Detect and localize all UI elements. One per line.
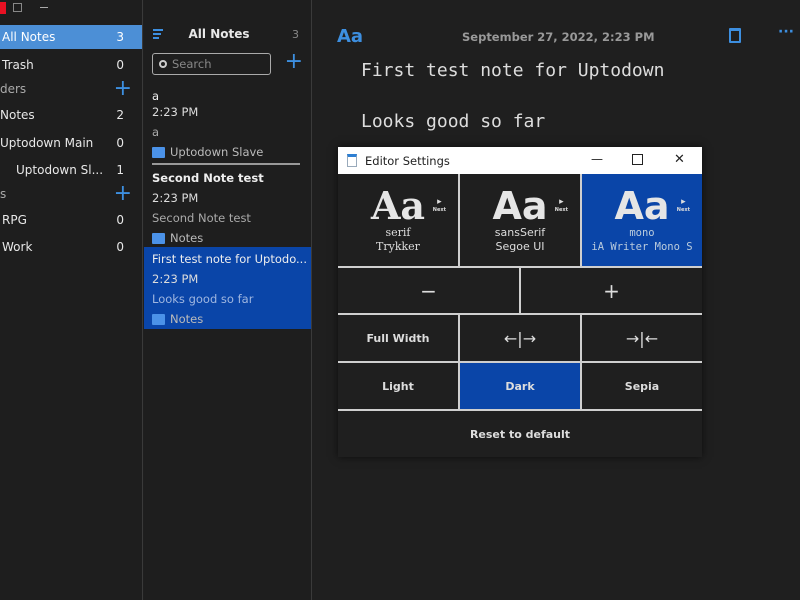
folder-icon (152, 232, 165, 244)
count: 2 (116, 108, 124, 122)
count: 0 (116, 213, 124, 227)
editor-line[interactable]: Looks good so far (361, 111, 545, 132)
dialog-close-button[interactable]: ✕ (674, 152, 685, 167)
search-input[interactable]: Search (152, 53, 271, 75)
list-count: 3 (292, 28, 299, 41)
search-icon (159, 60, 167, 68)
font-option-sans[interactable]: Aa sansSerif Segoe UI ▸ Next (460, 174, 580, 266)
app-icon (347, 154, 357, 167)
count: 0 (116, 240, 124, 254)
count: 0 (116, 58, 124, 72)
label: Work (2, 240, 33, 254)
widen-button[interactable]: ←|→ (460, 315, 580, 361)
add-folder-button[interactable]: + (114, 78, 132, 100)
more-options-button[interactable]: ··· (778, 24, 794, 40)
next-font-button[interactable]: ▸ Next (433, 198, 446, 214)
label: s (0, 187, 7, 201)
note-preview: a (152, 125, 160, 139)
sidebar-item-all-notes[interactable]: All Notes 3 (0, 25, 142, 49)
folder-icon (152, 146, 165, 158)
font-family-label: iA Writer Mono S (591, 241, 693, 253)
note-folder: Notes (170, 231, 204, 245)
font-sample: Aa (492, 184, 548, 228)
label: Trash (2, 58, 34, 72)
dialog-title: Editor Settings (365, 153, 450, 168)
sidebar-item-uptodown-slave[interactable]: Uptodown Sl... 1 (0, 158, 142, 182)
count: 0 (116, 136, 124, 150)
next-label: Next (554, 207, 568, 213)
sidebar-item-trash[interactable]: Trash 0 (0, 53, 142, 77)
font-option-mono[interactable]: Aa mono iA Writer Mono S ▸ Next (582, 174, 702, 266)
note-item[interactable]: a 2:23 PM a Uptodown Slave (144, 86, 311, 162)
font-name: serif (385, 226, 411, 239)
label: Uptodown Main (0, 136, 94, 150)
count: 1 (116, 163, 124, 177)
next-font-button[interactable]: ▸ Next (677, 198, 690, 214)
sidebar-item-notes[interactable]: Notes 2 (0, 103, 142, 127)
note-folder: Uptodown Slave (170, 145, 264, 159)
note-title: Second Note test (152, 171, 264, 185)
next-label: Next (676, 207, 690, 213)
note-date: September 27, 2022, 2:23 PM (462, 30, 655, 44)
dialog-maximize-button[interactable] (632, 154, 643, 165)
font-family-label: Segoe UI (495, 240, 545, 253)
add-note-button[interactable]: + (285, 51, 303, 73)
note-time: 2:23 PM (152, 105, 199, 119)
note-preview: Looks good so far (152, 292, 254, 306)
note-item-selected[interactable]: First test note for Uptodo... 2:23 PM Lo… (144, 247, 311, 329)
editor-settings-dialog: Editor Settings — ✕ Aa serif Trykker ▸ Ne… (338, 147, 702, 457)
increase-font-size-button[interactable]: + (521, 268, 702, 313)
theme-sepia-button[interactable]: Sepia (582, 363, 702, 409)
reset-to-default-button[interactable]: Reset to default (338, 411, 702, 457)
trash-icon[interactable] (729, 28, 741, 43)
note-folder: Notes (170, 312, 204, 326)
label: RPG (2, 213, 27, 227)
font-name: mono (629, 227, 655, 239)
font-settings-button[interactable]: Aa (337, 26, 363, 47)
theme-light-button[interactable]: Light (338, 363, 458, 409)
font-name: sansSerif (494, 226, 546, 239)
label: Notes (0, 108, 35, 122)
next-label: Next (432, 207, 446, 213)
note-preview: Second Note test (152, 211, 251, 225)
sidebar-section-tags: s + (0, 182, 142, 206)
play-icon: ▸ (559, 197, 564, 207)
note-time: 2:23 PM (152, 191, 199, 205)
font-sample: Aa (370, 183, 426, 228)
list-title: All Notes (188, 27, 250, 41)
notes-list-panel: All Notes 3 Search + a 2:23 PM a Uptodow… (144, 0, 312, 600)
sidebar: All Notes 3 Trash 0 ders + Notes 2 Uptodown … (0, 0, 143, 600)
label: Uptodown Sl... (16, 163, 104, 177)
dialog-minimize-button[interactable]: — (591, 152, 603, 166)
sidebar-item-work[interactable]: Work 0 (0, 235, 142, 259)
sidebar-section-folders: ders + (0, 77, 142, 101)
label: All Notes (2, 30, 56, 44)
sidebar-item-uptodown-main[interactable]: Uptodown Main 0 (0, 131, 142, 155)
font-option-serif[interactable]: Aa serif Trykker ▸ Next (338, 174, 458, 266)
narrow-button[interactable]: →|← (582, 315, 702, 361)
note-item[interactable]: Second Note test 2:23 PM Second Note tes… (144, 168, 311, 248)
next-font-button[interactable]: ▸ Next (555, 198, 568, 214)
window-maximize-button[interactable] (13, 3, 22, 12)
editor-line[interactable]: First test note for Uptodown (361, 60, 664, 81)
decrease-font-size-button[interactable]: − (338, 268, 519, 313)
label: ders (0, 82, 27, 96)
full-width-button[interactable]: Full Width (338, 315, 458, 361)
window-minimize-button[interactable] (40, 7, 48, 8)
play-icon: ▸ (437, 197, 442, 207)
count: 3 (116, 30, 124, 44)
dialog-titlebar: Editor Settings — ✕ (338, 147, 702, 174)
font-family-label: Trykker (376, 240, 420, 253)
divider (152, 163, 300, 165)
window-close-button[interactable] (0, 2, 6, 14)
add-tag-button[interactable]: + (114, 183, 132, 205)
note-title: First test note for Uptodo... (152, 252, 307, 266)
theme-dark-button[interactable]: Dark (460, 363, 580, 409)
note-time: 2:23 PM (152, 272, 199, 286)
search-placeholder: Search (172, 57, 212, 71)
folder-icon (152, 313, 165, 325)
play-icon: ▸ (681, 197, 686, 207)
sidebar-item-rpg[interactable]: RPG 0 (0, 208, 142, 232)
font-sample: Aa (614, 184, 670, 228)
